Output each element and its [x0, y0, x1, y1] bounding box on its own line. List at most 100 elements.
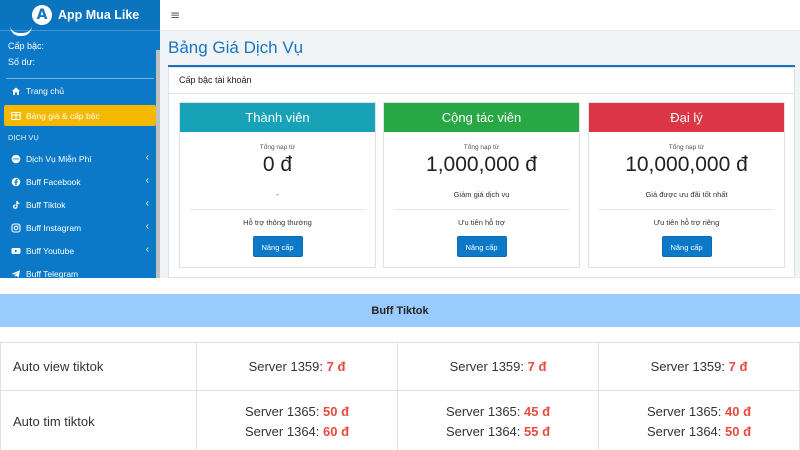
server-label: Server 1359:: [248, 358, 323, 374]
sidebar-item-label: Dịch Vụ Miễn Phí: [26, 153, 92, 164]
server-price-line: Server 1365: 40 đ: [599, 402, 799, 422]
sidebar-item-free-services[interactable]: Dịch Vụ Miễn Phí ‹: [0, 147, 160, 170]
tier-name: Đại lý: [589, 103, 784, 132]
app-logo-icon: A: [32, 5, 52, 25]
price-value: 50 đ: [323, 403, 350, 419]
sidebar: A App Mua Like Cấp bậc: Số dư: Trang chủ…: [0, 0, 160, 278]
price-value: 50 đ: [725, 423, 752, 439]
price-cell: Server 1365: 50 đ Server 1364: 60 đ: [196, 390, 398, 450]
tier-divider: [394, 209, 569, 210]
main-content: Bảng Giá Dịch Vụ Cấp bậc tài khoản Thành…: [160, 31, 800, 278]
server-label: Server 1364:: [646, 423, 722, 439]
chevron-left-icon: ‹: [145, 175, 149, 186]
chevron-left-icon: ‹: [145, 244, 149, 255]
tier-name: Cộng tác viên: [384, 103, 579, 132]
balance-label: Số dư:: [8, 57, 36, 67]
youtube-icon: [11, 246, 21, 256]
tier-discount: Giảm giá dịch vụ: [453, 190, 510, 199]
tier-card-collaborator: Cộng tác viên Tổng nạp từ 1,000,000 đ Gi…: [383, 102, 580, 268]
sidebar-item-label: Buff Youtube: [26, 245, 75, 256]
server-label: Server 1359:: [449, 358, 524, 374]
sidebar-item-home[interactable]: Trang chủ: [0, 79, 160, 102]
tier-discount: -: [276, 190, 279, 199]
tier-card-member: Thành viên Tổng nạp từ 0 đ - Hỗ trợ thôn…: [179, 102, 376, 268]
tier-name: Thành viên: [180, 103, 375, 132]
service-name: Auto view tiktok: [0, 342, 197, 391]
price-value: 7 đ: [326, 358, 346, 374]
facebook-icon: [11, 177, 21, 187]
tier-deposit-label: Tổng nạp từ: [668, 144, 705, 151]
tier-divider: [190, 209, 365, 210]
user-info: Cấp bậc: Số dư:: [0, 31, 160, 78]
server-price-line: Server 1365: 50 đ: [197, 402, 397, 422]
tier-support: Ưu tiên hỗ trợ riêng: [653, 218, 720, 227]
tier-divider: [599, 209, 774, 210]
home-icon: [11, 86, 21, 96]
section-gap: [0, 327, 800, 342]
card-title: Cấp bậc tài khoản: [169, 68, 794, 94]
price-value: 7 đ: [527, 358, 547, 374]
price-value: 40 đ: [725, 403, 752, 419]
price-table: Auto view tiktok Server 1359: 7 đ Server…: [0, 342, 800, 450]
tier-card-agent: Đại lý Tổng nạp từ 10,000,000 đ Giá được…: [588, 102, 785, 268]
server-price-line: Server 1365: 45 đ: [398, 402, 598, 422]
tier-support: Ưu tiên hỗ trợ: [458, 218, 505, 227]
server-price-line: Server 1364: 50 đ: [599, 422, 799, 442]
tier-price: 1,000,000 đ: [426, 153, 537, 176]
sidebar-section-header: DỊCH VỤ: [8, 133, 39, 142]
server-price-line: Server 1364: 55 đ: [398, 422, 598, 442]
price-cell: Server 1359: 7 đ: [598, 342, 800, 391]
account-tiers-card: Cấp bậc tài khoản Thành viên Tổng nạp từ…: [168, 67, 795, 278]
tier-deposit-label: Tổng nạp từ: [463, 144, 500, 151]
sidebar-item-youtube[interactable]: Buff Youtube ‹: [0, 239, 160, 262]
price-value: 7 đ: [728, 358, 748, 374]
server-label: Server 1365:: [445, 403, 521, 419]
price-value: 60 đ: [323, 423, 350, 439]
section-gap: [0, 278, 800, 294]
price-cell: Server 1359: 7 đ: [397, 342, 599, 391]
price-table-title: Buff Tiktok: [0, 294, 800, 327]
chevron-left-icon: ‹: [145, 221, 149, 232]
sidebar-item-telegram[interactable]: Buff Telegram: [0, 262, 160, 278]
server-label: Server 1365:: [244, 403, 320, 419]
sidebar-item-label: Buff Tiktok: [26, 199, 66, 210]
sidebar-item-label: Trang chủ: [26, 85, 64, 96]
sidebar-item-label: Bảng giá & cấp bậc: [26, 110, 100, 121]
server-label: Server 1364:: [445, 423, 521, 439]
service-name: Auto tim tiktok: [0, 390, 197, 450]
table-row: Auto view tiktok Server 1359: 7 đ Server…: [0, 342, 800, 391]
menu-toggle-icon[interactable]: ≡: [170, 8, 180, 22]
tier-price: 0 đ: [262, 153, 293, 176]
telegram-icon: [11, 269, 21, 279]
price-value: 45 đ: [524, 403, 551, 419]
instagram-icon: [11, 222, 21, 233]
server-label: Server 1365:: [646, 403, 722, 419]
sidebar-item-label: Buff Telegram: [26, 268, 79, 279]
upgrade-button-member[interactable]: Nâng cấp: [252, 236, 303, 257]
sidebar-item-instagram[interactable]: Buff Instagram ‹: [0, 216, 160, 239]
table-row: Auto tim tiktok Server 1365: 50 đ Server…: [0, 390, 800, 450]
price-cell: Server 1359: 7 đ: [196, 342, 398, 391]
server-price-line: Server 1364: 60 đ: [197, 422, 397, 442]
upgrade-button-agent[interactable]: Nâng cấp: [661, 236, 712, 257]
price-cell: Server 1365: 45 đ Server 1364: 55 đ: [397, 390, 599, 450]
upgrade-button-collaborator[interactable]: Nâng cấp: [456, 236, 507, 257]
server-label: Server 1359:: [650, 358, 725, 374]
sidebar-item-pricing[interactable]: Bảng giá & cấp bậc: [4, 105, 156, 126]
level-label: Cấp bậc:: [8, 41, 45, 51]
sidebar-item-tiktok[interactable]: Buff Tiktok ‹: [0, 193, 160, 216]
tier-discount: Giá được ưu đãi tốt nhất: [645, 190, 728, 199]
price-cell: Server 1365: 40 đ Server 1364: 50 đ: [598, 390, 800, 450]
sidebar-nav: Trang chủ Bảng giá & cấp bậc DỊCH VỤ Dịc…: [0, 79, 160, 278]
sidebar-item-facebook[interactable]: Buff Facebook ‹: [0, 170, 160, 193]
tier-support: Hỗ trợ thông thường: [243, 218, 312, 227]
chevron-left-icon: ‹: [145, 198, 149, 209]
chevron-left-icon: ‹: [145, 152, 149, 163]
server-price-line: Server 1359: 7 đ: [197, 357, 397, 377]
sidebar-item-label: Buff Facebook: [26, 176, 81, 187]
ellipsis-icon: [11, 154, 21, 164]
top-header: ≡: [160, 0, 800, 31]
tier-deposit-label: Tổng nạp từ: [259, 144, 296, 151]
page-title: Bảng Giá Dịch Vụ: [168, 38, 304, 57]
table-icon: [11, 111, 21, 121]
